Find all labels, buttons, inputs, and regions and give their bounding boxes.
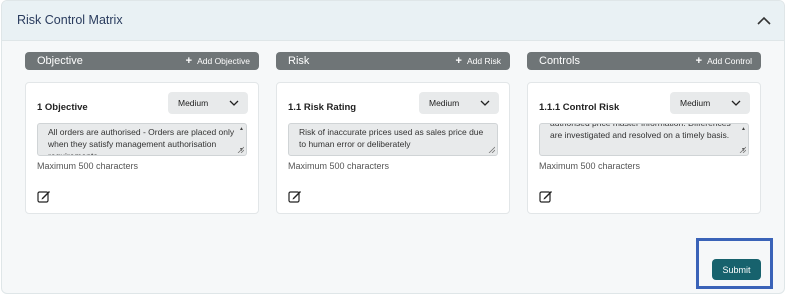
objective-header-bar: Objective + Add Objective xyxy=(25,52,259,70)
objective-column: Objective + Add Objective 1 Objective Me… xyxy=(25,52,259,214)
resize-grip-icon[interactable] xyxy=(237,146,244,153)
select-value: Medium xyxy=(178,98,209,108)
textarea-text: authorised price master information. Dif… xyxy=(550,123,731,140)
plus-icon: + xyxy=(695,55,703,67)
rating-select[interactable]: Medium xyxy=(419,92,499,114)
add-control-label: Add Control xyxy=(707,56,752,66)
chevron-down-icon xyxy=(480,100,490,106)
controls-column: Controls + Add Control 1.1.1 Control Ris… xyxy=(527,52,761,214)
risk-textarea[interactable]: Risk of inaccurate prices used as sales … xyxy=(288,123,498,156)
objective-card: 1 Objective Medium All orders are author… xyxy=(25,82,259,214)
risk-card: 1.1 Risk Rating Medium Risk of inaccurat… xyxy=(276,82,510,214)
risk-header-bar: Risk + Add Risk xyxy=(276,52,510,70)
chevron-down-icon xyxy=(731,100,741,106)
plus-icon: + xyxy=(185,55,193,67)
add-risk-button[interactable]: + Add Risk xyxy=(455,55,501,67)
add-risk-label: Add Risk xyxy=(466,56,501,66)
objective-textarea[interactable]: All orders are authorised - Orders are p… xyxy=(37,123,247,156)
plus-icon: + xyxy=(455,55,462,67)
edit-icon[interactable] xyxy=(288,189,302,203)
rating-select[interactable]: Medium xyxy=(670,92,750,114)
controls-card: 1.1.1 Control Risk Medium authorised pri… xyxy=(527,82,761,214)
char-limit-hint: Maximum 500 characters xyxy=(37,161,139,171)
edit-icon[interactable] xyxy=(37,189,51,203)
controls-header-bar: Controls + Add Control xyxy=(527,52,761,70)
card-title: 1.1.1 Control Risk xyxy=(539,102,620,113)
chevron-down-icon xyxy=(229,100,239,106)
textarea-text: Risk of inaccurate prices used as sales … xyxy=(299,127,484,149)
panel-header: Risk Control Matrix xyxy=(2,1,784,41)
char-limit-hint: Maximum 500 characters xyxy=(288,161,390,171)
char-limit-hint: Maximum 500 characters xyxy=(539,161,641,171)
card-title: 1 Objective xyxy=(37,102,88,113)
controls-header-title: Controls xyxy=(539,55,580,67)
add-control-button[interactable]: + Add Control xyxy=(695,55,752,67)
risk-control-matrix-panel: Risk Control Matrix Objective + Add Obje… xyxy=(1,0,785,294)
panel-title: Risk Control Matrix xyxy=(17,13,123,27)
add-objective-label: Add Objective xyxy=(197,56,250,66)
controls-textarea[interactable]: authorised price master information. Dif… xyxy=(539,123,749,156)
card-title: 1.1 Risk Rating xyxy=(288,102,357,113)
risk-header-title: Risk xyxy=(288,55,310,67)
add-objective-button[interactable]: + Add Objective xyxy=(185,55,250,67)
risk-column: Risk + Add Risk 1.1 Risk Rating Medium R… xyxy=(276,52,510,214)
resize-grip-icon[interactable] xyxy=(488,146,495,153)
rating-select[interactable]: Medium xyxy=(168,92,248,114)
submit-highlight-frame: Submit xyxy=(696,238,773,289)
edit-icon[interactable] xyxy=(539,189,553,203)
textarea-text: All orders are authorised - Orders are p… xyxy=(48,127,235,156)
collapse-chevron-up-icon[interactable] xyxy=(754,11,774,31)
resize-grip-icon[interactable] xyxy=(739,146,746,153)
select-value: Medium xyxy=(429,98,460,108)
submit-button[interactable]: Submit xyxy=(712,259,761,280)
objective-header-title: Objective xyxy=(37,55,83,67)
select-value: Medium xyxy=(680,98,711,108)
